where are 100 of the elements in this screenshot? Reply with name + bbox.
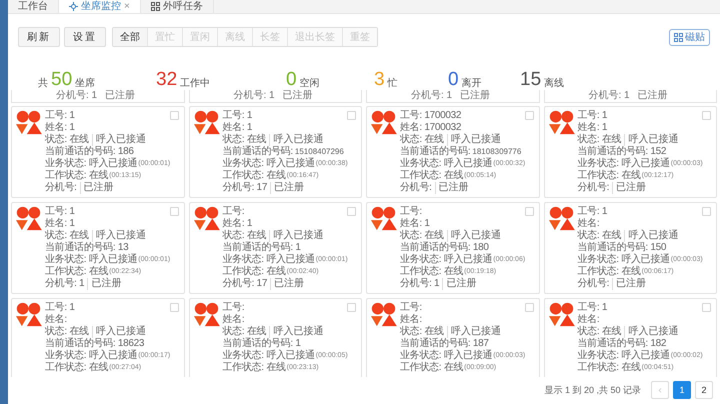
- tile-view-button[interactable]: 磁贴: [669, 28, 710, 46]
- extension-text: 分机号: 1: [56, 90, 98, 101]
- checkbox[interactable]: [702, 303, 711, 312]
- people-icon: [370, 110, 397, 135]
- info-text: 当前通话的号码: 186: [45, 146, 134, 158]
- info-text: 当前通话的号码: 152: [578, 146, 666, 158]
- info-text: 分机号: 1: [45, 278, 84, 290]
- info-text: 状态: 在线: [400, 326, 444, 338]
- checkbox[interactable]: [170, 303, 178, 312]
- checkbox[interactable]: [347, 303, 356, 312]
- info-text: 工号:: [400, 302, 422, 314]
- info-text: 工号: 1: [578, 206, 608, 218]
- close-icon[interactable]: ×: [124, 0, 130, 14]
- info-text: 分机号:: [578, 182, 610, 194]
- info-text: 分机号:: [45, 182, 77, 194]
- checkbox[interactable]: [347, 207, 356, 216]
- tab[interactable]: 坐席监控 ×: [59, 0, 141, 13]
- people-icon: [370, 302, 397, 327]
- info-text: 业务状态: 呼入已接通: [222, 350, 315, 362]
- status-text: 已注册: [270, 278, 304, 290]
- people-icon: [192, 302, 220, 327]
- info-text: 姓名: 1: [222, 218, 252, 230]
- toolbar-button[interactable]: 设置: [64, 27, 106, 47]
- info-text: 状态: 在线: [578, 134, 622, 146]
- info-text: 当前通话的号码: 187: [400, 338, 489, 350]
- checkbox[interactable]: [347, 111, 356, 120]
- info-text: 分机号: 17: [222, 278, 268, 290]
- info-text: 工作状态: 在线: [578, 362, 641, 374]
- info-text: 当前通话的号码: 13: [45, 242, 128, 254]
- info-text: 当前通话的号码: 150: [578, 242, 666, 254]
- stat-label: 离线: [544, 78, 564, 90]
- info-text: 当前通话的号码:: [400, 146, 470, 158]
- filter-button[interactable]: 全部: [113, 28, 148, 46]
- checkbox[interactable]: [702, 207, 711, 216]
- people-icon: [548, 206, 574, 231]
- people-icon: [548, 302, 574, 327]
- info-text: 姓名: 1: [578, 122, 608, 134]
- phone-number: 15108407296: [294, 146, 344, 158]
- info-text: 工作状态: 在线: [222, 170, 286, 182]
- status-text: 已注册: [612, 278, 646, 290]
- status-text: 呼入已接通: [446, 230, 501, 242]
- stat-value: 32: [156, 70, 178, 90]
- people-icon: [370, 206, 397, 231]
- stat-value: 0: [286, 70, 297, 90]
- info-text: 当前通话的号码:: [222, 146, 293, 158]
- checkbox[interactable]: [170, 207, 178, 216]
- info-text: 工号: 1: [45, 302, 75, 314]
- status-text: 已注册: [87, 278, 122, 290]
- status-text: 呼入已接通: [92, 230, 146, 242]
- info-text: 业务状态: 呼入已接通: [45, 254, 138, 266]
- checkbox[interactable]: [524, 303, 534, 312]
- status-text: 呼入已接通: [269, 326, 324, 338]
- info-text: 当前通话的号码: 1: [222, 242, 301, 254]
- info-text: 状态: 在线: [222, 326, 266, 338]
- status-text: 已注册: [612, 182, 646, 194]
- info-text: 当前通话的号码: 1: [222, 338, 301, 350]
- info-text: 姓名: 1: [222, 122, 252, 134]
- info-text: 业务状态: 呼入已接通: [45, 350, 138, 362]
- info-text: 状态: 在线: [45, 326, 89, 338]
- stat-value: 15: [520, 70, 542, 90]
- info-text: 工作状态: 在线: [578, 170, 641, 182]
- info-text: 业务状态: 呼入已接通: [400, 350, 492, 362]
- stat-prefix: 共: [38, 78, 48, 90]
- info-text: 业务状态: 呼入已接通: [222, 158, 315, 170]
- checkbox[interactable]: [524, 207, 534, 216]
- info-text: 工作状态: 在线: [45, 362, 108, 374]
- info-text: 工号: 1: [578, 110, 608, 122]
- info-text: 工作状态: 在线: [45, 170, 108, 182]
- info-text: 状态: 在线: [45, 134, 89, 146]
- stat-label: 离开: [462, 78, 482, 90]
- info-text: 工号: 1: [45, 110, 75, 122]
- info-text: 分机号: 1: [400, 278, 440, 290]
- stat-value: 0: [448, 70, 459, 90]
- info-text: 姓名:: [578, 314, 600, 326]
- info-text: 当前通话的号码: 180: [400, 242, 489, 254]
- info-text: 状态: 在线: [400, 134, 444, 146]
- info-text: 状态: 在线: [222, 134, 266, 146]
- info-text: 状态: 在线: [578, 326, 622, 338]
- grid-icon: [674, 32, 683, 42]
- info-text: 业务状态: 呼入已接通: [578, 254, 670, 266]
- tab[interactable]: 外呼任务: [140, 0, 214, 13]
- info-text: 工作状态: 在线: [222, 362, 286, 374]
- status-text: 呼入已接通: [269, 230, 324, 242]
- info-text: 业务状态: 呼入已接通: [400, 158, 492, 170]
- checkbox[interactable]: [524, 111, 534, 120]
- extension-text: 分机号: 1: [411, 90, 452, 101]
- page-button[interactable]: 2: [695, 381, 713, 400]
- status-text: 已注册: [80, 182, 114, 194]
- info-text: 姓名: 1: [45, 218, 75, 230]
- people-icon: [192, 206, 220, 231]
- info-text: 姓名: 1: [400, 218, 430, 230]
- page-button[interactable]: 1: [673, 381, 691, 400]
- checkbox[interactable]: [702, 111, 711, 120]
- info-text: 业务状态: 呼入已接通: [578, 350, 670, 362]
- checkbox[interactable]: [170, 111, 178, 120]
- people-icon: [15, 302, 42, 327]
- toolbar-button[interactable]: 刷新: [18, 27, 60, 47]
- extension-text: 分机号: 1: [588, 90, 630, 101]
- info-text: 状态: 在线: [222, 230, 266, 242]
- info-text: 当前通话的号码: 18623: [45, 338, 144, 350]
